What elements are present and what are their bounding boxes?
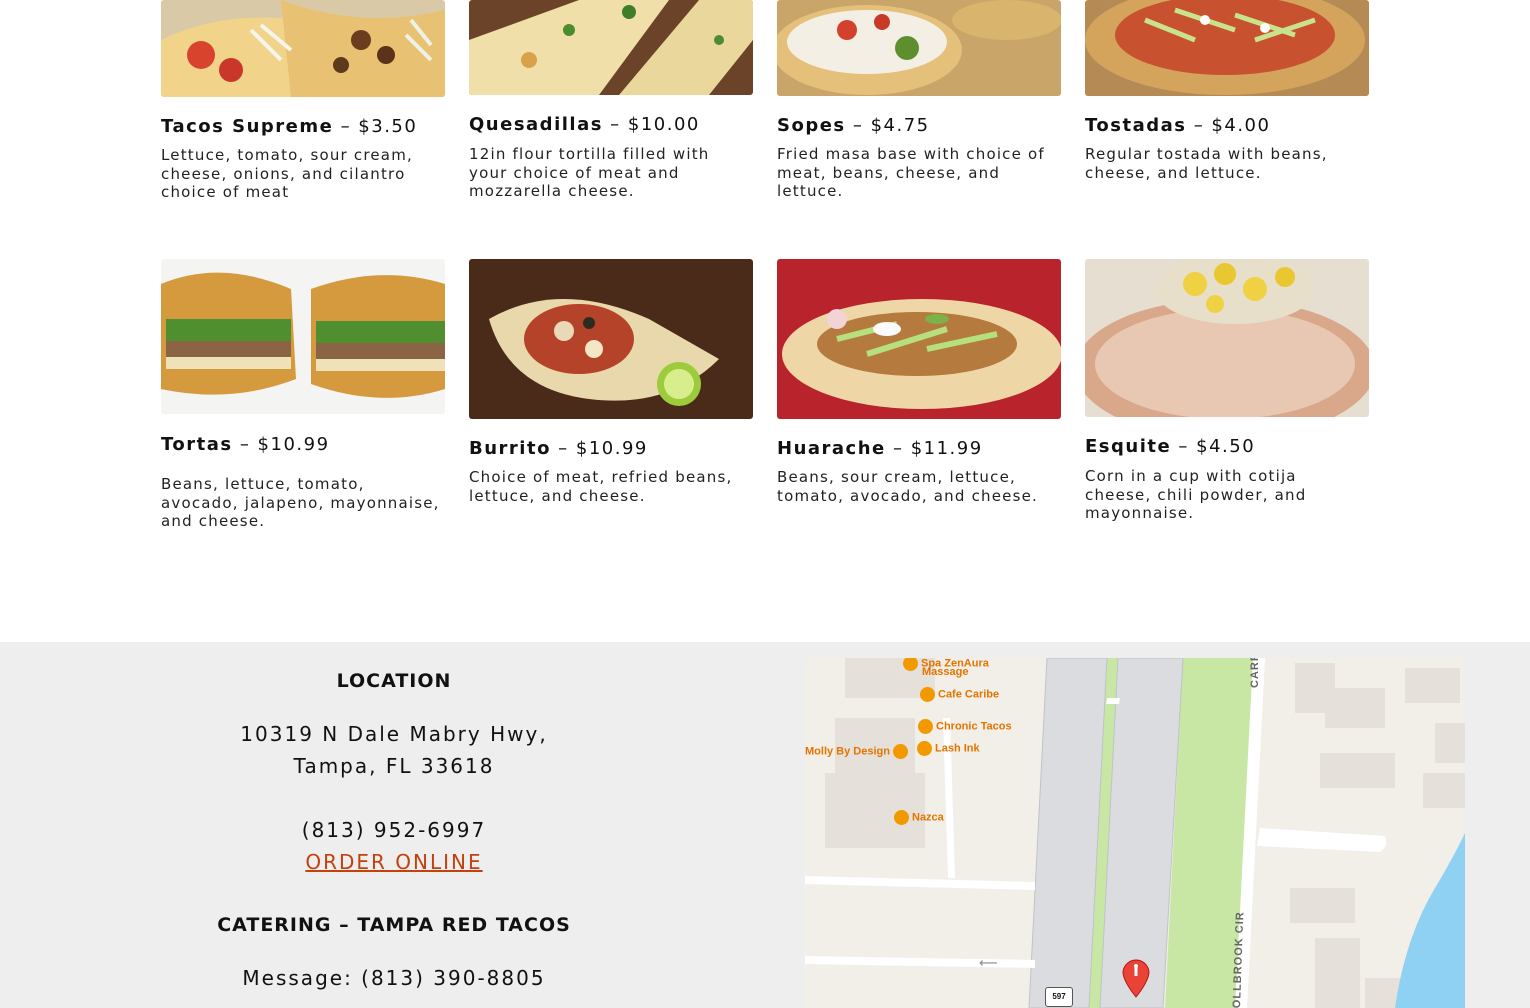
item-description: Beans, sour cream, lettuce, tomato, avoc… [777, 468, 1038, 505]
item-price: – $10.00 [602, 114, 700, 135]
item-description: Corn in a cup with cotija cheese, chili … [1085, 467, 1307, 522]
quesadilla-photo [469, 0, 753, 95]
address-line-2: Tampa, FL 33618 [293, 754, 495, 778]
restaurant-icon [894, 810, 909, 825]
phone-number[interactable]: (813) 952-6997 [0, 818, 788, 842]
tostadas-photo [1085, 0, 1369, 96]
menu-section: Tacos Supreme – $3.50 Lettuce, tomato, s… [0, 0, 1530, 642]
route-shield-icon: 597 [1045, 987, 1073, 1007]
salon-icon [893, 744, 909, 759]
item-name: Huarache [777, 438, 886, 459]
item-description: Lettuce, tomato, sour cream, cheese, oni… [161, 146, 413, 201]
menu-item-title: Huarache – $11.99 [777, 438, 983, 459]
map-poi-massage-label: Massage [922, 666, 969, 678]
item-price: – $4.75 [845, 115, 930, 136]
street-label-top: CARR [1249, 658, 1261, 688]
tacos-photo [161, 0, 445, 97]
item-price: – $3.50 [333, 116, 418, 137]
footer-location-section: LOCATION 10319 N Dale Mabry Hwy, Tampa, … [0, 642, 1530, 1008]
item-description: Fried masa base with choice of meat, bea… [777, 145, 1045, 200]
item-price: – $10.99 [550, 438, 648, 459]
item-name: Burrito [469, 438, 551, 459]
salon-icon [917, 741, 932, 756]
sopes-photo [777, 0, 1061, 96]
item-name: Tostadas [1085, 115, 1187, 136]
catering-heading: CATERING – TAMPA RED TACOS [217, 914, 571, 936]
menu-item-title: Tostadas – $4.00 [1085, 115, 1270, 136]
item-price: – $11.99 [885, 438, 983, 459]
one-way-arrow-icon: ⟵ [979, 956, 998, 971]
map-base [805, 658, 1465, 1008]
map-pin-icon[interactable] [1121, 958, 1151, 998]
restaurant-icon [918, 719, 933, 734]
huarache-photo [777, 259, 1061, 419]
esquite-photo [1085, 259, 1369, 417]
menu-item-title: Quesadillas – $10.00 [469, 114, 700, 135]
item-name: Sopes [777, 115, 846, 136]
item-description: 12in flour tortilla filled with your cho… [469, 145, 710, 200]
item-name: Tortas [161, 434, 233, 455]
restaurant-icon [920, 687, 935, 702]
torta-photo [161, 259, 445, 414]
spa-icon [903, 658, 918, 671]
item-name: Tacos Supreme [161, 116, 334, 137]
item-name: Quesadillas [469, 114, 603, 135]
burrito-photo [469, 259, 753, 419]
location-heading: LOCATION [336, 670, 452, 692]
item-description: Choice of meat, refried beans, lettuce, … [469, 468, 733, 505]
location-map[interactable]: Spa ZenAura Massage Cafe Caribe Chronic … [805, 658, 1465, 1008]
map-poi-nazca[interactable]: Nazca [894, 810, 944, 825]
map-poi-cafe-caribe[interactable]: Cafe Caribe [920, 687, 999, 702]
address-line-1: 10319 N Dale Mabry Hwy, [240, 722, 548, 746]
menu-item-title: Tortas – $10.99 [161, 434, 330, 455]
item-description: Regular tostada with beans, cheese, and … [1085, 145, 1328, 182]
catering-message-phone[interactable]: Message: (813) 390-8805 [0, 966, 788, 990]
map-poi-molly-by-design[interactable]: Molly By Design [805, 744, 911, 759]
item-name: Esquite [1085, 436, 1172, 457]
menu-item-title: Burrito – $10.99 [469, 438, 648, 459]
item-price: – $10.99 [232, 434, 330, 455]
item-description: Beans, lettuce, tomato, avocado, jalapen… [161, 475, 440, 530]
item-price: – $4.00 [1186, 115, 1271, 136]
menu-item-title: Esquite – $4.50 [1085, 436, 1255, 457]
menu-item-title: Tacos Supreme – $3.50 [161, 116, 417, 137]
item-price: – $4.50 [1171, 436, 1256, 457]
map-poi-chronic-tacos[interactable]: Chronic Tacos [918, 719, 1012, 734]
map-poi-lash-ink[interactable]: Lash Ink [917, 741, 980, 756]
menu-item-title: Sopes – $4.75 [777, 115, 930, 136]
order-online-link[interactable]: ORDER ONLINE [305, 850, 482, 874]
